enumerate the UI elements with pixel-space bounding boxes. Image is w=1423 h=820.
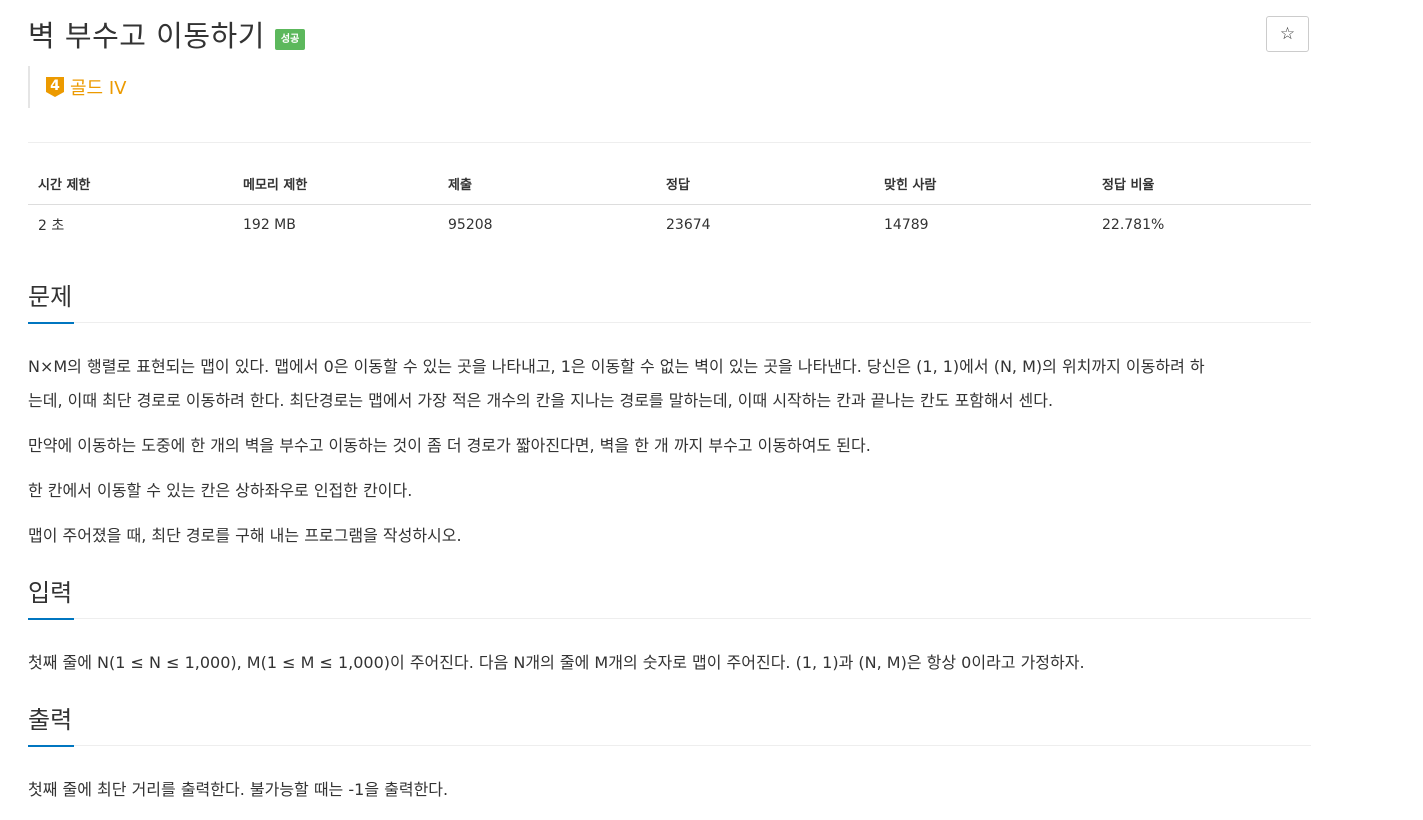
- star-button[interactable]: ☆: [1266, 16, 1309, 52]
- value-accept-ratio: 22.781%: [1102, 217, 1165, 233]
- input-heading: 입력: [28, 579, 73, 607]
- header-solved-users: 맞힌 사람: [874, 162, 1092, 205]
- problem-page: 벽 부수고 이동하기 성공 4 골드 IV 시간 제한 메모리 제한 제출 정답…: [0, 0, 1423, 820]
- output-paragraph: 첫째 줄에 최단 거리를 출력한다. 불가능할 때는 -1을 출력한다.: [28, 780, 449, 799]
- value-submissions[interactable]: 95208: [438, 205, 656, 246]
- description-section: 문제 N×M의 행렬로 표현되는 맵이 있다. 맵에서 0은 이동할 수 있는 …: [28, 280, 1311, 553]
- tier-label[interactable]: 골드 IV: [70, 74, 126, 100]
- input-section: 입력 첫째 줄에 N(1 ≤ N ≤ 1,000), M(1 ≤ M ≤ 1,0…: [28, 576, 1311, 680]
- header-accepted: 정답: [656, 162, 874, 205]
- value-memory-limit: 192 MB: [243, 217, 296, 233]
- description-paragraph: 는데, 이때 최단 경로로 이동하려 한다. 최단경로는 맵에서 가장 적은 개…: [28, 391, 1054, 410]
- gold-tier-icon: 4: [46, 77, 64, 97]
- header-time-limit: 시간 제한: [28, 162, 233, 205]
- star-outline-icon: ☆: [1279, 24, 1296, 44]
- header-memory-limit: 메모리 제한: [233, 162, 438, 205]
- output-body: 첫째 줄에 최단 거리를 출력한다. 불가능할 때는 -1을 출력한다.: [28, 746, 1311, 807]
- description-paragraph: N×M의 행렬로 표현되는 맵이 있다. 맵에서 0은 이동할 수 있는 곳을 …: [28, 357, 1205, 376]
- description-paragraph: 만약에 이동하는 도중에 한 개의 벽을 부수고 이동하는 것이 좀 더 경로가…: [28, 436, 871, 455]
- info-header-row: 시간 제한 메모리 제한 제출 정답 맞힌 사람 정답 비율: [28, 162, 1311, 205]
- description-header: 문제: [28, 280, 1311, 324]
- heading-underline: [28, 618, 74, 620]
- description-paragraph: 맵이 주어졌을 때, 최단 경로를 구해 내는 프로그램을 작성하시오.: [28, 526, 462, 545]
- output-heading: 출력: [28, 706, 73, 734]
- description-heading: 문제: [28, 283, 73, 311]
- info-value-row: 2 초 192 MB 95208 23674 14789 22.781%: [28, 205, 1311, 246]
- heading-underline: [28, 322, 74, 324]
- input-header: 입력: [28, 576, 1311, 620]
- input-body: 첫째 줄에 N(1 ≤ N ≤ 1,000), M(1 ≤ M ≤ 1,000)…: [28, 619, 1311, 680]
- value-accepted: 23674: [666, 217, 711, 233]
- value-solved-users: 14789: [884, 217, 929, 233]
- heading-underline: [28, 745, 74, 747]
- output-header: 출력: [28, 703, 1311, 747]
- status-badge: 성공: [274, 28, 306, 50]
- output-section: 출력 첫째 줄에 최단 거리를 출력한다. 불가능할 때는 -1을 출력한다.: [28, 703, 1311, 807]
- header-accept-ratio: 정답 비율: [1092, 162, 1311, 205]
- problem-title: 벽 부수고 이동하기: [28, 19, 265, 53]
- header-submissions: 제출: [438, 162, 656, 205]
- problem-info-table: 시간 제한 메모리 제한 제출 정답 맞힌 사람 정답 비율 2 초 192 M…: [28, 162, 1311, 245]
- value-time-limit: 2 초: [38, 218, 65, 234]
- title-row: 벽 부수고 이동하기 성공: [28, 14, 306, 58]
- input-paragraph: 첫째 줄에 N(1 ≤ N ≤ 1,000), M(1 ≤ M ≤ 1,000)…: [28, 653, 1085, 672]
- divider: [28, 142, 1311, 143]
- description-paragraph: 한 칸에서 이동할 수 있는 칸은 상하좌우로 인접한 칸이다.: [28, 481, 413, 500]
- description-body: N×M의 행렬로 표현되는 맵이 있다. 맵에서 0은 이동할 수 있는 곳을 …: [28, 323, 1311, 553]
- tier-block: 4 골드 IV: [28, 66, 126, 108]
